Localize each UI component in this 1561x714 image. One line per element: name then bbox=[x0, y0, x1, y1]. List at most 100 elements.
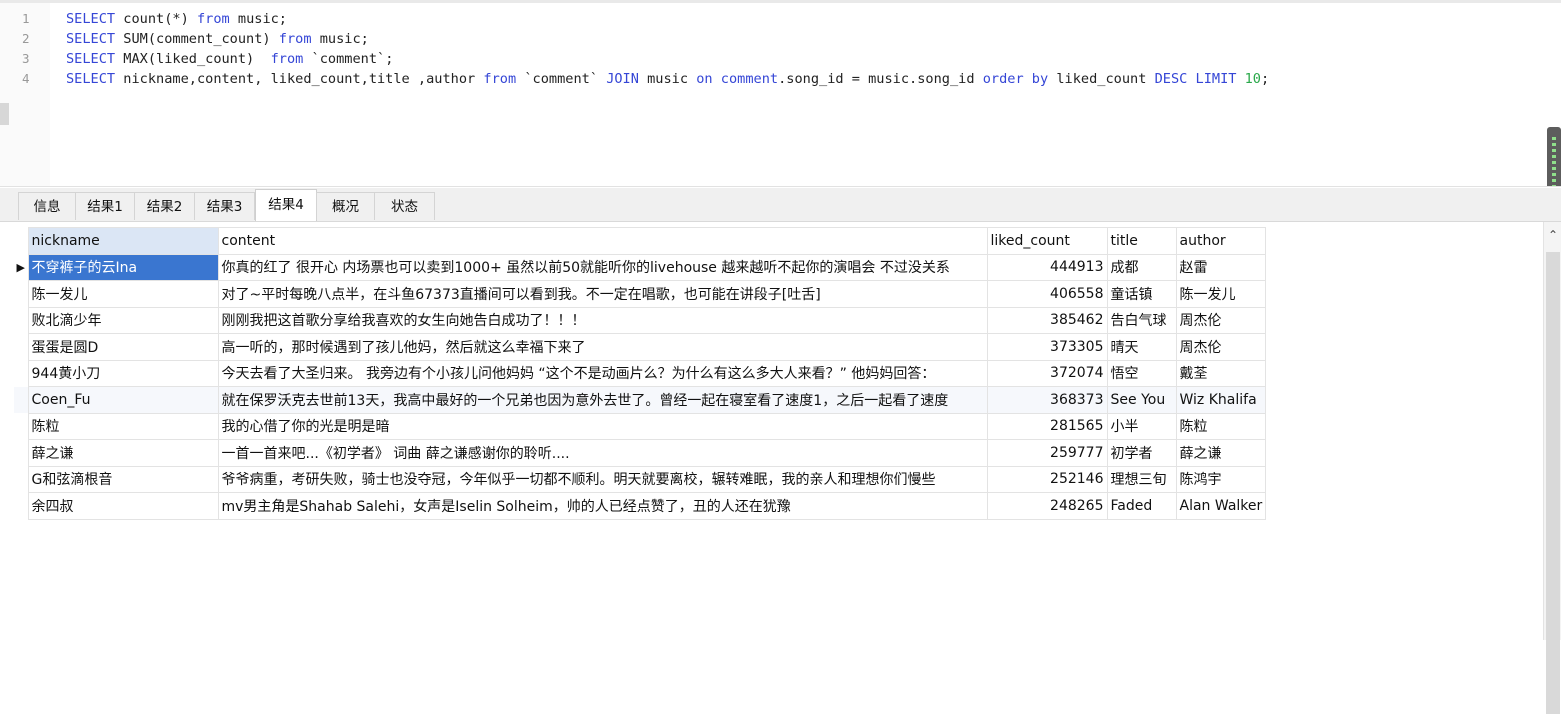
table-row[interactable]: 陈粒 我的心借了你的光是明是暗 281565 小半 陈粒 bbox=[14, 412, 1267, 440]
table-row[interactable]: 944黄小刀 今天去看了大圣归来。 我旁边有个小孩儿问他妈妈 “这个不是动画片么？… bbox=[14, 359, 1267, 387]
table-row[interactable]: Coen_Fu 就在保罗沃克去世前13天，我高中最好的一个兄弟也因为意外去世了。曾… bbox=[14, 386, 1267, 414]
tab-result-1[interactable]: 结果1 bbox=[75, 192, 135, 220]
cell-author[interactable]: Wiz Khalifa bbox=[1175, 386, 1267, 414]
table-row[interactable]: 余四叔 mv男主角是Shahab Salehi，女声是Iselin Solheim… bbox=[14, 492, 1267, 520]
table-row[interactable]: 薛之谦 一首一首来吧...《初学者》 词曲 薛之谦感谢你的聆听.... 259777… bbox=[14, 439, 1267, 467]
cell-title[interactable]: See You bbox=[1106, 386, 1177, 414]
cell-author[interactable]: 陈粒 bbox=[1175, 412, 1267, 440]
cell-title[interactable]: 成都 bbox=[1106, 253, 1177, 281]
code-token: order by bbox=[982, 71, 1049, 87]
code-token: SELECT bbox=[66, 71, 116, 87]
cell-liked-count[interactable]: 406558 bbox=[986, 280, 1108, 308]
tab-info[interactable]: 信息 bbox=[18, 192, 76, 220]
line-number: 1 bbox=[22, 11, 30, 26]
cell-content[interactable]: 就在保罗沃克去世前13天，我高中最好的一个兄弟也因为意外去世了。曾经一起在寝室看… bbox=[217, 386, 988, 414]
line-number: 4 bbox=[22, 71, 30, 86]
cell-title[interactable]: Faded bbox=[1106, 492, 1177, 520]
cell-liked-count[interactable]: 281565 bbox=[986, 412, 1108, 440]
line-number: 2 bbox=[22, 31, 30, 46]
cell-nickname[interactable]: 薛之谦 bbox=[27, 439, 219, 467]
column-header-nickname[interactable]: nickname bbox=[27, 227, 219, 255]
code-token: music bbox=[638, 71, 697, 87]
cell-content[interactable]: 爷爷病重，考研失败，骑士也没夺冠，今年似乎一切都不顺利。明天就要离校，辗转难眠，… bbox=[217, 465, 988, 493]
code-text: SELECT count(*) from music; bbox=[66, 9, 287, 29]
code-token: SELECT bbox=[66, 31, 116, 47]
cell-author[interactable]: Alan Walker bbox=[1175, 492, 1267, 520]
cell-liked-count[interactable]: 248265 bbox=[986, 492, 1108, 520]
cell-content[interactable]: 高一听的，那时候遇到了孩儿他妈，然后就这么幸福下来了 bbox=[217, 333, 988, 361]
chevron-up-icon[interactable]: ⌃ bbox=[1544, 228, 1561, 242]
tab-result-3[interactable]: 结果3 bbox=[194, 192, 255, 220]
code-token: count(*) bbox=[115, 11, 197, 27]
row-marker bbox=[14, 386, 29, 413]
table-row[interactable]: ▶ 不穿裤子的云Ina 你真的红了 很开心 内场票也可以卖到1000+ 虽然以前50… bbox=[14, 253, 1267, 281]
cell-title[interactable]: 童话镇 bbox=[1106, 280, 1177, 308]
cell-content[interactable]: 对了~平时每晚八点半，在斗鱼67373直播间可以看到我。不一定在唱歌，也可能在讲… bbox=[217, 280, 988, 308]
result-grid[interactable]: nickname content liked_count title autho… bbox=[14, 227, 1267, 520]
cell-nickname[interactable]: Coen_Fu bbox=[27, 386, 219, 414]
cell-nickname[interactable]: 944黄小刀 bbox=[27, 359, 219, 387]
code-token: from bbox=[278, 31, 312, 47]
cell-content[interactable]: 我的心借了你的光是明是暗 bbox=[217, 412, 988, 440]
cell-author[interactable]: 陈鸿宇 bbox=[1175, 465, 1267, 493]
cell-title[interactable]: 晴天 bbox=[1106, 333, 1177, 361]
table-row[interactable]: G和弦滴根音 爷爷病重，考研失败，骑士也没夺冠，今年似乎一切都不顺利。明天就要离校… bbox=[14, 465, 1267, 493]
cell-nickname[interactable]: 余四叔 bbox=[27, 492, 219, 520]
cell-liked-count[interactable]: 259777 bbox=[986, 439, 1108, 467]
table-row[interactable]: 败北滴少年 刚刚我把这首歌分享给我喜欢的女生向她告白成功了！！！ 385462 告白气… bbox=[14, 306, 1267, 334]
grid-vertical-scrollbar[interactable]: ⌃ bbox=[1543, 222, 1561, 714]
cell-nickname[interactable]: 不穿裤子的云Ina bbox=[27, 253, 219, 281]
cell-nickname[interactable]: 败北滴少年 bbox=[27, 306, 219, 334]
cell-liked-count[interactable]: 372074 bbox=[986, 359, 1108, 387]
table-row[interactable]: 陈一发儿 对了~平时每晚八点半，在斗鱼67373直播间可以看到我。不一定在唱歌，也… bbox=[14, 280, 1267, 308]
result-tab-bar: 信息 结果1 结果2 结果3 结果4 概况 状态 bbox=[0, 188, 1561, 222]
editor-results-divider[interactable] bbox=[0, 186, 1561, 187]
sql-editor[interactable]: 1 SELECT count(*) from music; 2 SELECT SUM(… bbox=[0, 0, 1561, 186]
cell-content[interactable]: 今天去看了大圣归来。 我旁边有个小孩儿问他妈妈 “这个不是动画片么？为什么有这么… bbox=[217, 359, 988, 387]
cell-author[interactable]: 陈一发儿 bbox=[1175, 280, 1267, 308]
cell-liked-count[interactable]: 368373 bbox=[986, 386, 1108, 414]
cell-nickname[interactable]: 陈一发儿 bbox=[27, 280, 219, 308]
column-header-author[interactable]: author bbox=[1175, 227, 1267, 255]
cell-liked-count[interactable]: 373305 bbox=[986, 333, 1108, 361]
cell-content[interactable]: mv男主角是Shahab Salehi，女声是Iselin Solheim，帅的… bbox=[217, 492, 988, 520]
cell-title[interactable]: 告白气球 bbox=[1106, 306, 1177, 334]
cell-title[interactable]: 理想三旬 bbox=[1106, 465, 1177, 493]
cell-liked-count[interactable]: 385462 bbox=[986, 306, 1108, 334]
editor-scrollbar-thumb[interactable] bbox=[1547, 127, 1561, 186]
cell-author[interactable]: 周杰伦 bbox=[1175, 306, 1267, 334]
splitter-handle[interactable] bbox=[0, 103, 9, 125]
cell-content[interactable]: 一首一首来吧...《初学者》 词曲 薛之谦感谢你的聆听.... bbox=[217, 439, 988, 467]
code-token: from bbox=[270, 51, 304, 67]
tab-overview[interactable]: 概况 bbox=[316, 192, 375, 220]
row-marker bbox=[14, 360, 29, 387]
code-text: SELECT nickname,content, liked_count,tit… bbox=[66, 69, 1269, 89]
row-marker bbox=[14, 466, 29, 493]
code-token: from bbox=[483, 71, 517, 87]
grid-scrollbar-thumb[interactable] bbox=[1546, 252, 1560, 714]
cell-title[interactable]: 初学者 bbox=[1106, 439, 1177, 467]
cell-author[interactable]: 戴荃 bbox=[1175, 359, 1267, 387]
code-token: JOIN bbox=[606, 71, 639, 87]
cell-author[interactable]: 周杰伦 bbox=[1175, 333, 1267, 361]
column-header-liked-count[interactable]: liked_count bbox=[986, 227, 1108, 255]
code-token: nickname,content, liked_count,title ,aut… bbox=[115, 71, 484, 87]
cell-liked-count[interactable]: 252146 bbox=[986, 465, 1108, 493]
tab-result-4[interactable]: 结果4 bbox=[255, 189, 317, 221]
table-row[interactable]: 蛋蛋是圆D 高一听的，那时候遇到了孩儿他妈，然后就这么幸福下来了 373305 晴天周… bbox=[14, 333, 1267, 361]
cell-liked-count[interactable]: 444913 bbox=[986, 253, 1108, 281]
cell-author[interactable]: 薛之谦 bbox=[1175, 439, 1267, 467]
cell-author[interactable]: 赵雷 bbox=[1175, 253, 1267, 281]
code-token: SELECT bbox=[66, 51, 116, 67]
column-header-title[interactable]: title bbox=[1106, 227, 1177, 255]
cell-content[interactable]: 刚刚我把这首歌分享给我喜欢的女生向她告白成功了！！！ bbox=[217, 306, 988, 334]
cell-title[interactable]: 小半 bbox=[1106, 412, 1177, 440]
cell-content[interactable]: 你真的红了 很开心 内场票也可以卖到1000+ 虽然以前50就能听你的liveh… bbox=[217, 253, 988, 281]
tab-result-2[interactable]: 结果2 bbox=[134, 192, 195, 220]
cell-nickname[interactable]: G和弦滴根音 bbox=[27, 465, 219, 493]
cell-title[interactable]: 悟空 bbox=[1106, 359, 1177, 387]
tab-status[interactable]: 状态 bbox=[374, 192, 435, 220]
cell-nickname[interactable]: 陈粒 bbox=[27, 412, 219, 440]
column-header-content[interactable]: content bbox=[217, 227, 988, 255]
cell-nickname[interactable]: 蛋蛋是圆D bbox=[27, 333, 219, 361]
